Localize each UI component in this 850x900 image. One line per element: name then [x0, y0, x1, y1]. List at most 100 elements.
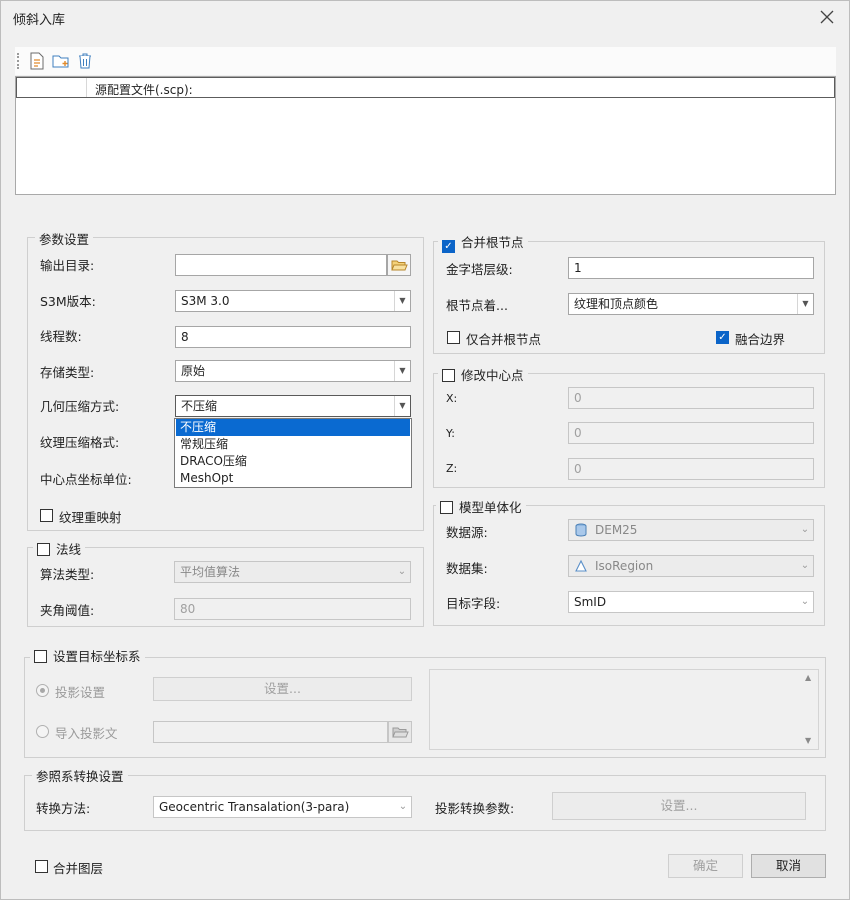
- storage-value: 原始: [181, 364, 206, 378]
- field-value: SmID: [574, 595, 607, 609]
- y-label: Y:: [446, 427, 455, 440]
- cancel-button[interactable]: 取消: [751, 854, 826, 878]
- output-dir-input[interactable]: [175, 254, 387, 276]
- proj-setting-radio[interactable]: [36, 684, 49, 697]
- center-checkbox[interactable]: [442, 369, 455, 382]
- normal-title: 法线: [56, 542, 82, 557]
- region-icon: [575, 559, 587, 572]
- merge-root-header: ✓ 合并根节点: [438, 232, 528, 253]
- s3m-value: S3M 3.0: [181, 294, 230, 308]
- chevron-down-icon: ⌄: [398, 801, 408, 812]
- pyramid-input[interactable]: 1: [568, 257, 814, 279]
- threads-input[interactable]: 8: [175, 326, 411, 348]
- chevron-down-icon: ▼: [394, 361, 410, 381]
- dropdown-option[interactable]: 不压缩: [176, 419, 410, 436]
- method-value: Geocentric Transalation(3-para): [159, 800, 350, 814]
- crs-info-scrollbar[interactable]: ▲ ▼: [800, 670, 818, 749]
- center-title: 修改中心点: [461, 368, 524, 383]
- dataset-select[interactable]: IsoRegion ⌄: [568, 555, 814, 577]
- add-folder-icon: [52, 55, 69, 68]
- center-header: 修改中心点: [438, 365, 528, 384]
- geo-compress-dropdown: 不压缩 常规压缩 DRACO压缩 MeshOpt: [174, 418, 412, 488]
- merge-root-title: 合并根节点: [461, 235, 524, 250]
- method-label: 转换方法:: [36, 801, 91, 816]
- source-file-table[interactable]: 源配置文件(.scp):: [15, 76, 836, 195]
- merge-layers-label: 合并图层: [53, 861, 104, 876]
- window-title: 倾斜入库: [13, 13, 66, 28]
- add-file-button[interactable]: [27, 51, 47, 71]
- browse-proj-button[interactable]: [388, 721, 412, 743]
- method-select[interactable]: Geocentric Transalation(3-para) ⌄: [153, 796, 412, 818]
- chevron-down-icon: ▼: [394, 291, 410, 311]
- model-header: 模型单体化: [436, 497, 526, 516]
- delete-button[interactable]: [75, 51, 95, 71]
- pyramid-label: 金字塔层级:: [446, 262, 513, 277]
- z-input[interactable]: 0: [568, 458, 814, 480]
- dataset-value: IsoRegion: [595, 559, 654, 573]
- only-merge-root-label: 仅合并根节点: [466, 332, 542, 347]
- import-proj-label: 导入投影文: [55, 726, 118, 741]
- chevron-down-icon: ⌄: [800, 560, 810, 571]
- geo-compress-value: 不压缩: [181, 399, 218, 413]
- algo-select[interactable]: 平均值算法 ⌄: [174, 561, 411, 583]
- fuse-border-checkbox[interactable]: ✓: [716, 331, 729, 344]
- only-merge-root-checkbox[interactable]: [447, 331, 460, 344]
- close-button[interactable]: [815, 5, 839, 29]
- geo-compress-select[interactable]: 不压缩 ▼: [175, 395, 411, 417]
- angle-label: 夹角阈值:: [40, 603, 95, 618]
- root-color-select[interactable]: 纹理和顶点颜色 ▼: [568, 293, 814, 315]
- chevron-down-icon: ▼: [797, 294, 813, 314]
- source-value: DEM25: [595, 523, 638, 537]
- dropdown-option[interactable]: DRACO压缩: [176, 453, 410, 470]
- table-header-row: 源配置文件(.scp):: [16, 77, 835, 98]
- texture-remap-checkbox[interactable]: [40, 509, 53, 522]
- table-header-scp: 源配置文件(.scp):: [95, 83, 193, 97]
- s3m-select[interactable]: S3M 3.0 ▼: [175, 290, 411, 312]
- toolbar-grip: [17, 53, 19, 69]
- normal-checkbox[interactable]: [37, 543, 50, 556]
- root-color-label: 根节点着...: [446, 298, 508, 313]
- scroll-up-icon[interactable]: ▲: [805, 673, 811, 682]
- texture-compress-label: 纹理压缩格式:: [40, 435, 120, 450]
- proj-setting-button[interactable]: 设置...: [153, 677, 412, 701]
- import-proj-input[interactable]: [153, 721, 388, 743]
- source-select[interactable]: DEM25 ⌄: [568, 519, 814, 541]
- dropdown-option[interactable]: 常规压缩: [176, 436, 410, 453]
- chevron-down-icon: ⌄: [397, 566, 407, 577]
- folder-open-icon: [392, 727, 409, 738]
- browse-output-button[interactable]: [387, 254, 411, 276]
- chevron-down-icon: ▼: [394, 396, 410, 416]
- center-unit-label: 中心点坐标单位:: [40, 472, 132, 487]
- target-crs-header: 设置目标坐标系: [30, 646, 145, 665]
- model-checkbox[interactable]: [440, 501, 453, 514]
- chevron-down-icon: ⌄: [800, 524, 810, 535]
- ok-button[interactable]: 确定: [668, 854, 743, 878]
- geo-compress-label: 几何压缩方式:: [40, 399, 120, 414]
- add-folder-button[interactable]: [51, 51, 71, 71]
- merge-layers-checkbox[interactable]: [35, 860, 48, 873]
- proj-setting-label: 投影设置: [55, 685, 106, 700]
- close-icon: [820, 10, 834, 24]
- algo-label: 算法类型:: [40, 567, 95, 582]
- database-icon: [575, 523, 587, 537]
- output-dir-label: 输出目录:: [40, 258, 95, 273]
- target-crs-checkbox[interactable]: [34, 650, 47, 663]
- y-input[interactable]: 0: [568, 422, 814, 444]
- s3m-label: S3M版本:: [40, 294, 96, 309]
- scroll-down-icon[interactable]: ▼: [805, 736, 811, 745]
- import-proj-radio[interactable]: [36, 725, 49, 738]
- texture-remap-label: 纹理重映射: [59, 510, 122, 525]
- field-select[interactable]: SmID ⌄: [568, 591, 814, 613]
- target-crs-title: 设置目标坐标系: [53, 649, 141, 664]
- angle-input[interactable]: 80: [174, 598, 411, 620]
- transform-params-button[interactable]: 设置...: [552, 792, 806, 820]
- normal-group-header: 法线: [33, 539, 86, 558]
- source-label: 数据源:: [446, 525, 488, 540]
- dialog-window: 倾斜入库 源配置文件(.scp): 参数设置 输出目录: S3M版本: S3M …: [0, 0, 850, 900]
- toolbar: [15, 47, 836, 75]
- dropdown-option[interactable]: MeshOpt: [176, 470, 410, 487]
- merge-root-checkbox[interactable]: ✓: [442, 240, 455, 253]
- storage-select[interactable]: 原始 ▼: [175, 360, 411, 382]
- transform-params-label: 投影转换参数:: [435, 801, 515, 816]
- x-input[interactable]: 0: [568, 387, 814, 409]
